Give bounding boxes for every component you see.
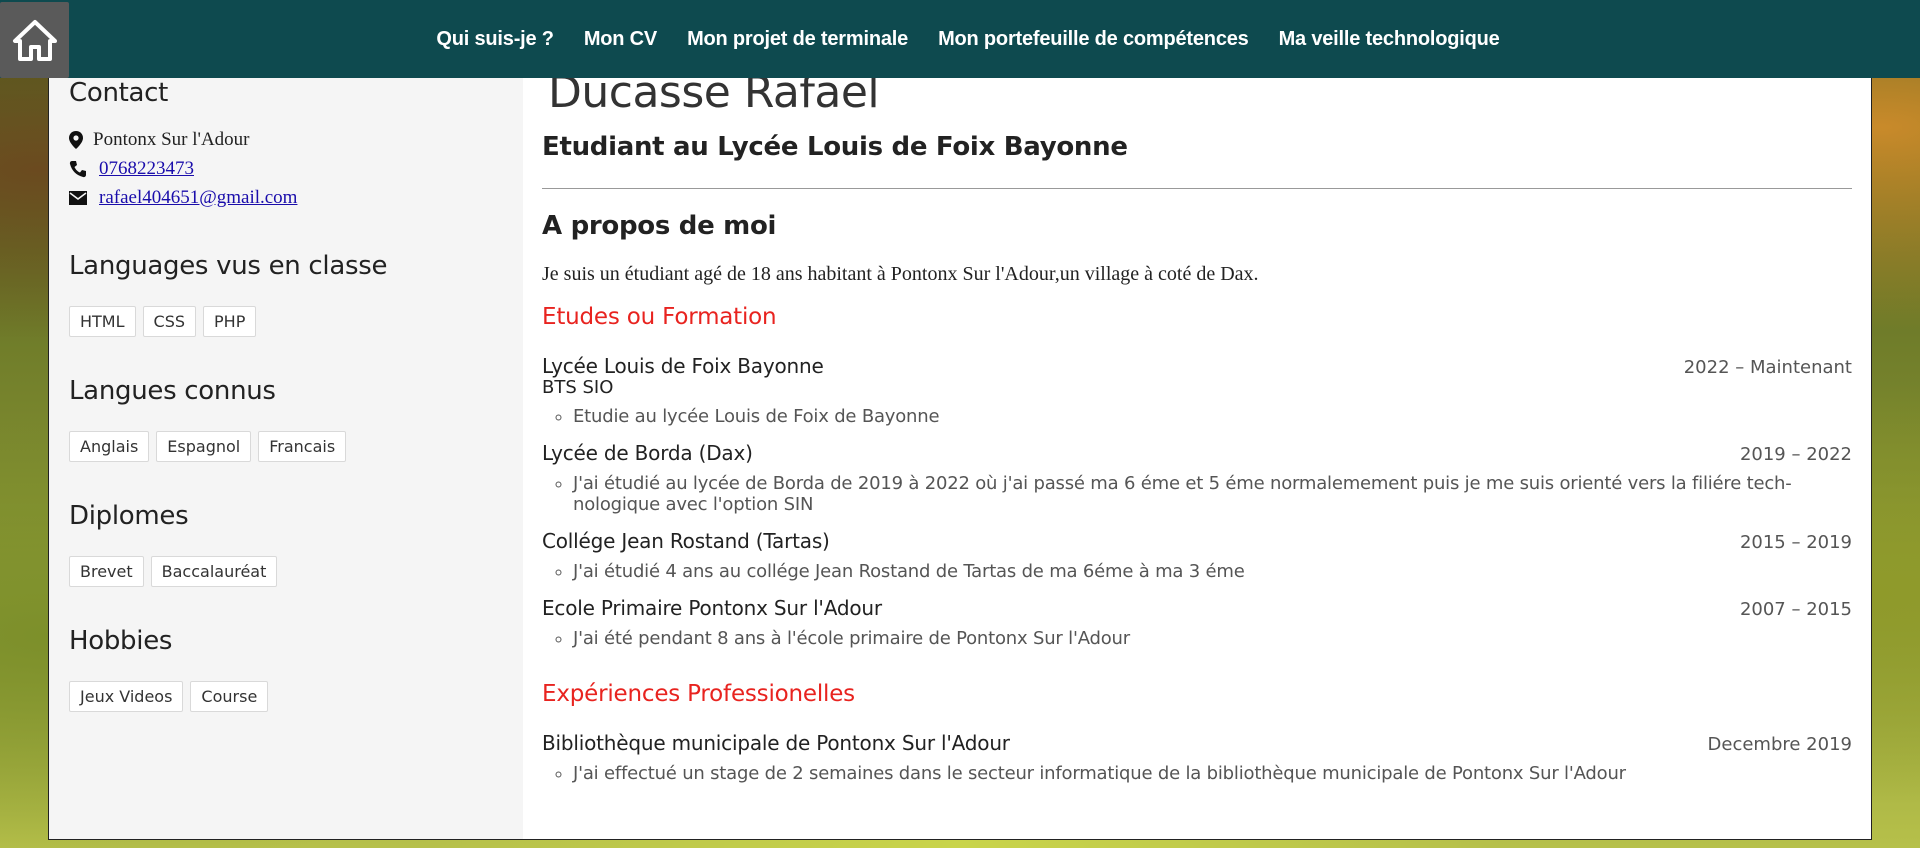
diplomes-title: Diplomes bbox=[69, 501, 189, 531]
languages-tags: HTML CSS PHP bbox=[69, 306, 503, 337]
about-text: Je suis un étudiant agé de 18 ans habita… bbox=[542, 263, 1259, 285]
envelope-icon bbox=[69, 190, 93, 205]
entry-details: J'ai été pendant 8 ans à l'école primair… bbox=[573, 628, 1852, 649]
entry-date: 2022 – Maintenant bbox=[1683, 357, 1852, 378]
phone-icon bbox=[69, 160, 93, 178]
person-subtitle: Etudiant au Lycée Louis de Foix Bayonne bbox=[542, 132, 1128, 162]
sidebar: Contact Pontonx Sur l'Adour 0768223473 r… bbox=[49, 78, 523, 839]
diplomes-tags: Brevet Baccalauréat bbox=[69, 556, 503, 587]
nav-link-veille[interactable]: Ma veille technologique bbox=[1264, 28, 1515, 51]
entry-date: 2007 – 2015 bbox=[1739, 599, 1852, 620]
contact-location: Pontonx Sur l'Adour bbox=[69, 125, 503, 154]
entry-title: Ecole Primaire Pontonx Sur l'Adour bbox=[542, 596, 882, 620]
nav-link-qui-suis-je[interactable]: Qui suis-je ? bbox=[421, 28, 568, 51]
entry-details: J'ai étudié au lycée de Borda de 2019 à … bbox=[573, 473, 1852, 515]
entry-detail: J'ai été pendant 8 ans à l'école primair… bbox=[573, 628, 1852, 649]
person-name: Ducasse Rafael bbox=[548, 78, 880, 118]
education-entry: Collége Jean Rostand (Tartas) 2015 – 201… bbox=[542, 529, 1852, 582]
hobbies-tags: Jeux Videos Course bbox=[69, 681, 503, 712]
experience-entry: Bibliothèque municipale de Pontonx Sur l… bbox=[542, 731, 1852, 784]
entry-detail: Etudie au lycée Louis de Foix de Bayonne bbox=[573, 406, 1852, 427]
contact-email: rafael404651@gmail.com bbox=[69, 183, 503, 212]
main-content: Ducasse Rafael Etudiant au Lycée Louis d… bbox=[523, 78, 1871, 839]
entry-details: J'ai effectué un stage de 2 semaines dan… bbox=[573, 763, 1852, 784]
tag-php: PHP bbox=[203, 306, 257, 337]
nav-links: Qui suis-je ? Mon CV Mon projet de termi… bbox=[421, 28, 1514, 51]
entry-subtitle: BTS SIO bbox=[542, 377, 614, 398]
about-title: A propos de moi bbox=[542, 211, 777, 241]
tag-espagnol: Espagnol bbox=[156, 431, 252, 462]
hobbies-title: Hobbies bbox=[69, 626, 173, 656]
entry-detail: J'ai étudié au lycée de Borda de 2019 à … bbox=[573, 473, 1852, 515]
entry-title: Bibliothèque municipale de Pontonx Sur l… bbox=[542, 731, 1010, 755]
tag-anglais: Anglais bbox=[69, 431, 150, 462]
tag-html: HTML bbox=[69, 306, 136, 337]
home-button[interactable] bbox=[0, 2, 69, 78]
nav-link-mon-cv[interactable]: Mon CV bbox=[569, 28, 672, 51]
entry-date: 2019 – 2022 bbox=[1739, 444, 1852, 465]
contact-phone: 0768223473 bbox=[69, 154, 503, 183]
divider bbox=[542, 188, 1852, 189]
entry-title: Collége Jean Rostand (Tartas) bbox=[542, 529, 830, 553]
entry-details: Etudie au lycée Louis de Foix de Bayonne bbox=[573, 406, 1852, 427]
phone-link[interactable]: 0768223473 bbox=[99, 158, 194, 180]
experience-title: Expériences Professionelles bbox=[542, 681, 855, 707]
entry-detail: J'ai effectué un stage de 2 semaines dan… bbox=[573, 763, 1852, 784]
tag-jeux-videos: Jeux Videos bbox=[69, 681, 184, 712]
map-pin-icon bbox=[69, 130, 93, 149]
entry-details: J'ai étudié 4 ans au collége Jean Rostan… bbox=[573, 561, 1852, 582]
home-icon bbox=[12, 20, 57, 61]
tag-baccalaureat: Baccalauréat bbox=[150, 556, 278, 587]
education-entry: Ecole Primaire Pontonx Sur l'Adour 2007 … bbox=[542, 596, 1852, 649]
tag-brevet: Brevet bbox=[69, 556, 144, 587]
contact-title: Contact bbox=[69, 78, 169, 108]
location-text: Pontonx Sur l'Adour bbox=[93, 128, 250, 150]
entry-date: 2015 – 2019 bbox=[1739, 532, 1852, 553]
education-entry: Lycée Louis de Foix Bayonne 2022 – Maint… bbox=[542, 354, 1852, 427]
education-title: Etudes ou Formation bbox=[542, 304, 777, 330]
entry-title: Lycée Louis de Foix Bayonne bbox=[542, 354, 824, 378]
langues-tags: Anglais Espagnol Francais bbox=[69, 431, 503, 462]
tag-css: CSS bbox=[142, 306, 197, 337]
cv-page: Contact Pontonx Sur l'Adour 0768223473 r… bbox=[48, 78, 1872, 840]
contact-list: Pontonx Sur l'Adour 0768223473 rafael404… bbox=[69, 125, 503, 212]
top-navbar: Qui suis-je ? Mon CV Mon projet de termi… bbox=[0, 0, 1920, 78]
entry-detail: J'ai étudié 4 ans au collége Jean Rostan… bbox=[573, 561, 1852, 582]
nav-link-projet-terminale[interactable]: Mon projet de terminale bbox=[672, 28, 923, 51]
langues-title: Langues connus bbox=[69, 376, 276, 406]
entry-date: Decembre 2019 bbox=[1707, 734, 1852, 755]
email-link[interactable]: rafael404651@gmail.com bbox=[99, 187, 297, 209]
entry-title: Lycée de Borda (Dax) bbox=[542, 441, 753, 465]
nav-link-portefeuille[interactable]: Mon portefeuille de compétences bbox=[923, 28, 1264, 51]
tag-francais: Francais bbox=[258, 431, 347, 462]
tag-course: Course bbox=[190, 681, 269, 712]
languages-title: Languages vus en classe bbox=[69, 251, 388, 281]
education-entry: Lycée de Borda (Dax) 2019 – 2022 J'ai ét… bbox=[542, 441, 1852, 515]
